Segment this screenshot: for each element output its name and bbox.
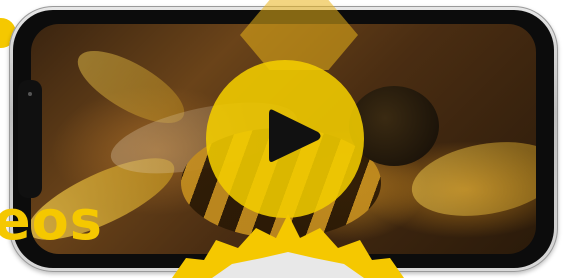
play-icon[interactable]: [263, 104, 325, 168]
headline-text: eos: [0, 189, 103, 252]
star-burst-badge: [172, 214, 404, 278]
phone-side-button: [18, 80, 42, 198]
